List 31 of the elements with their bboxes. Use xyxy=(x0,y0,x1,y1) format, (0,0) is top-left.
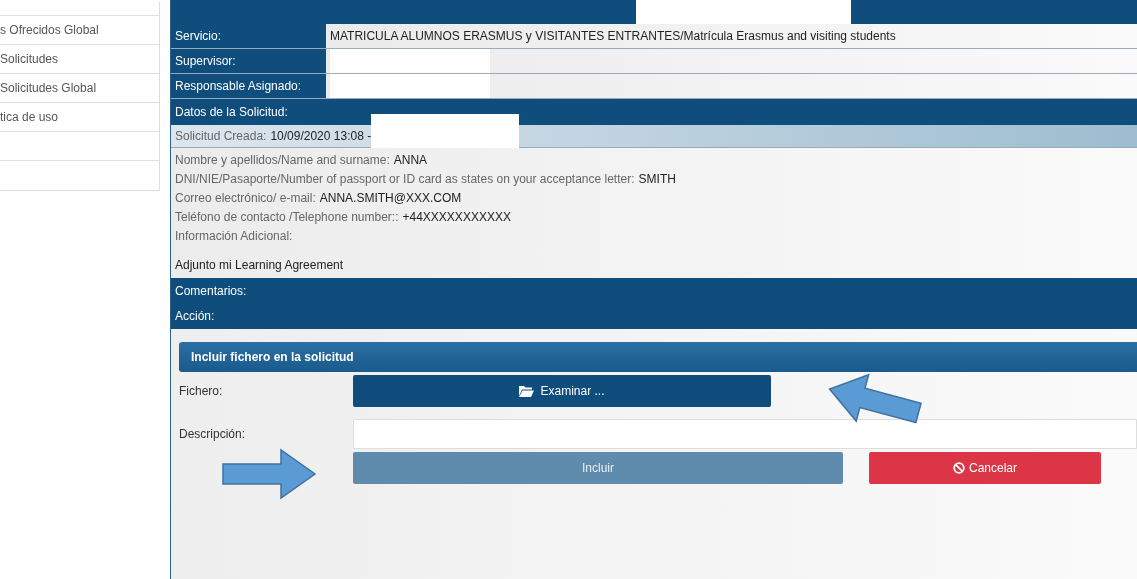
field-label: Nombre y apellidos/Name and surname: xyxy=(175,152,390,169)
description-label: Descripción: xyxy=(179,426,247,443)
action-label: Acción: xyxy=(175,308,216,325)
additional-text: Adjunto mi Learning Agreement xyxy=(175,257,344,274)
field-value: ANNA.SMITH@XXX.COM xyxy=(319,190,462,207)
section-header: Datos de la Solicitud: xyxy=(171,99,1137,125)
ban-icon xyxy=(953,462,965,474)
field-label: Correo electrónico/ e-mail: xyxy=(175,190,316,207)
comments-label: Comentarios: xyxy=(175,282,248,300)
field-label: Información Adicional: xyxy=(175,228,293,245)
sidebar-item[interactable]: Solicitudes Global xyxy=(0,74,160,103)
field-label: DNI/NIE/Pasaporte/Number of passport or ID card as states on your acceptance letter: xyxy=(175,171,635,188)
field-label: Supervisor: xyxy=(171,49,326,73)
created-value: 10/09/2020 13:08 - xyxy=(270,128,372,145)
field-value: +44XXXXXXXXXXX xyxy=(402,209,511,226)
field-label: Responsable Asignado: xyxy=(171,74,326,98)
cancel-button[interactable]: Cancelar xyxy=(869,452,1101,484)
file-label: Fichero: xyxy=(179,383,224,400)
browse-button[interactable]: Examinar ... xyxy=(353,375,771,407)
sidebar-item[interactable]: s Ofrecidos Global xyxy=(0,16,160,45)
field-label: Teléfono de contacto /Telephone number:: xyxy=(175,209,399,226)
folder-icon xyxy=(519,385,535,397)
description-field[interactable] xyxy=(353,419,1137,449)
panel-title: Incluir fichero en la solicitud xyxy=(179,342,1137,372)
field-value: SMITH xyxy=(638,171,676,188)
field-value: ANNA xyxy=(393,152,428,169)
field-label: Servicio: xyxy=(171,24,326,48)
sidebar-item[interactable]: tica de uso xyxy=(0,103,160,132)
sidebar-item[interactable]: Solicitudes xyxy=(0,45,160,74)
field-value: MATRICULA ALUMNOS ERASMUS y VISITANTES ENTRANTES/Matrícula Erasmus and visiting students xyxy=(330,28,896,45)
created-label: Solicitud Creada: xyxy=(175,128,267,145)
